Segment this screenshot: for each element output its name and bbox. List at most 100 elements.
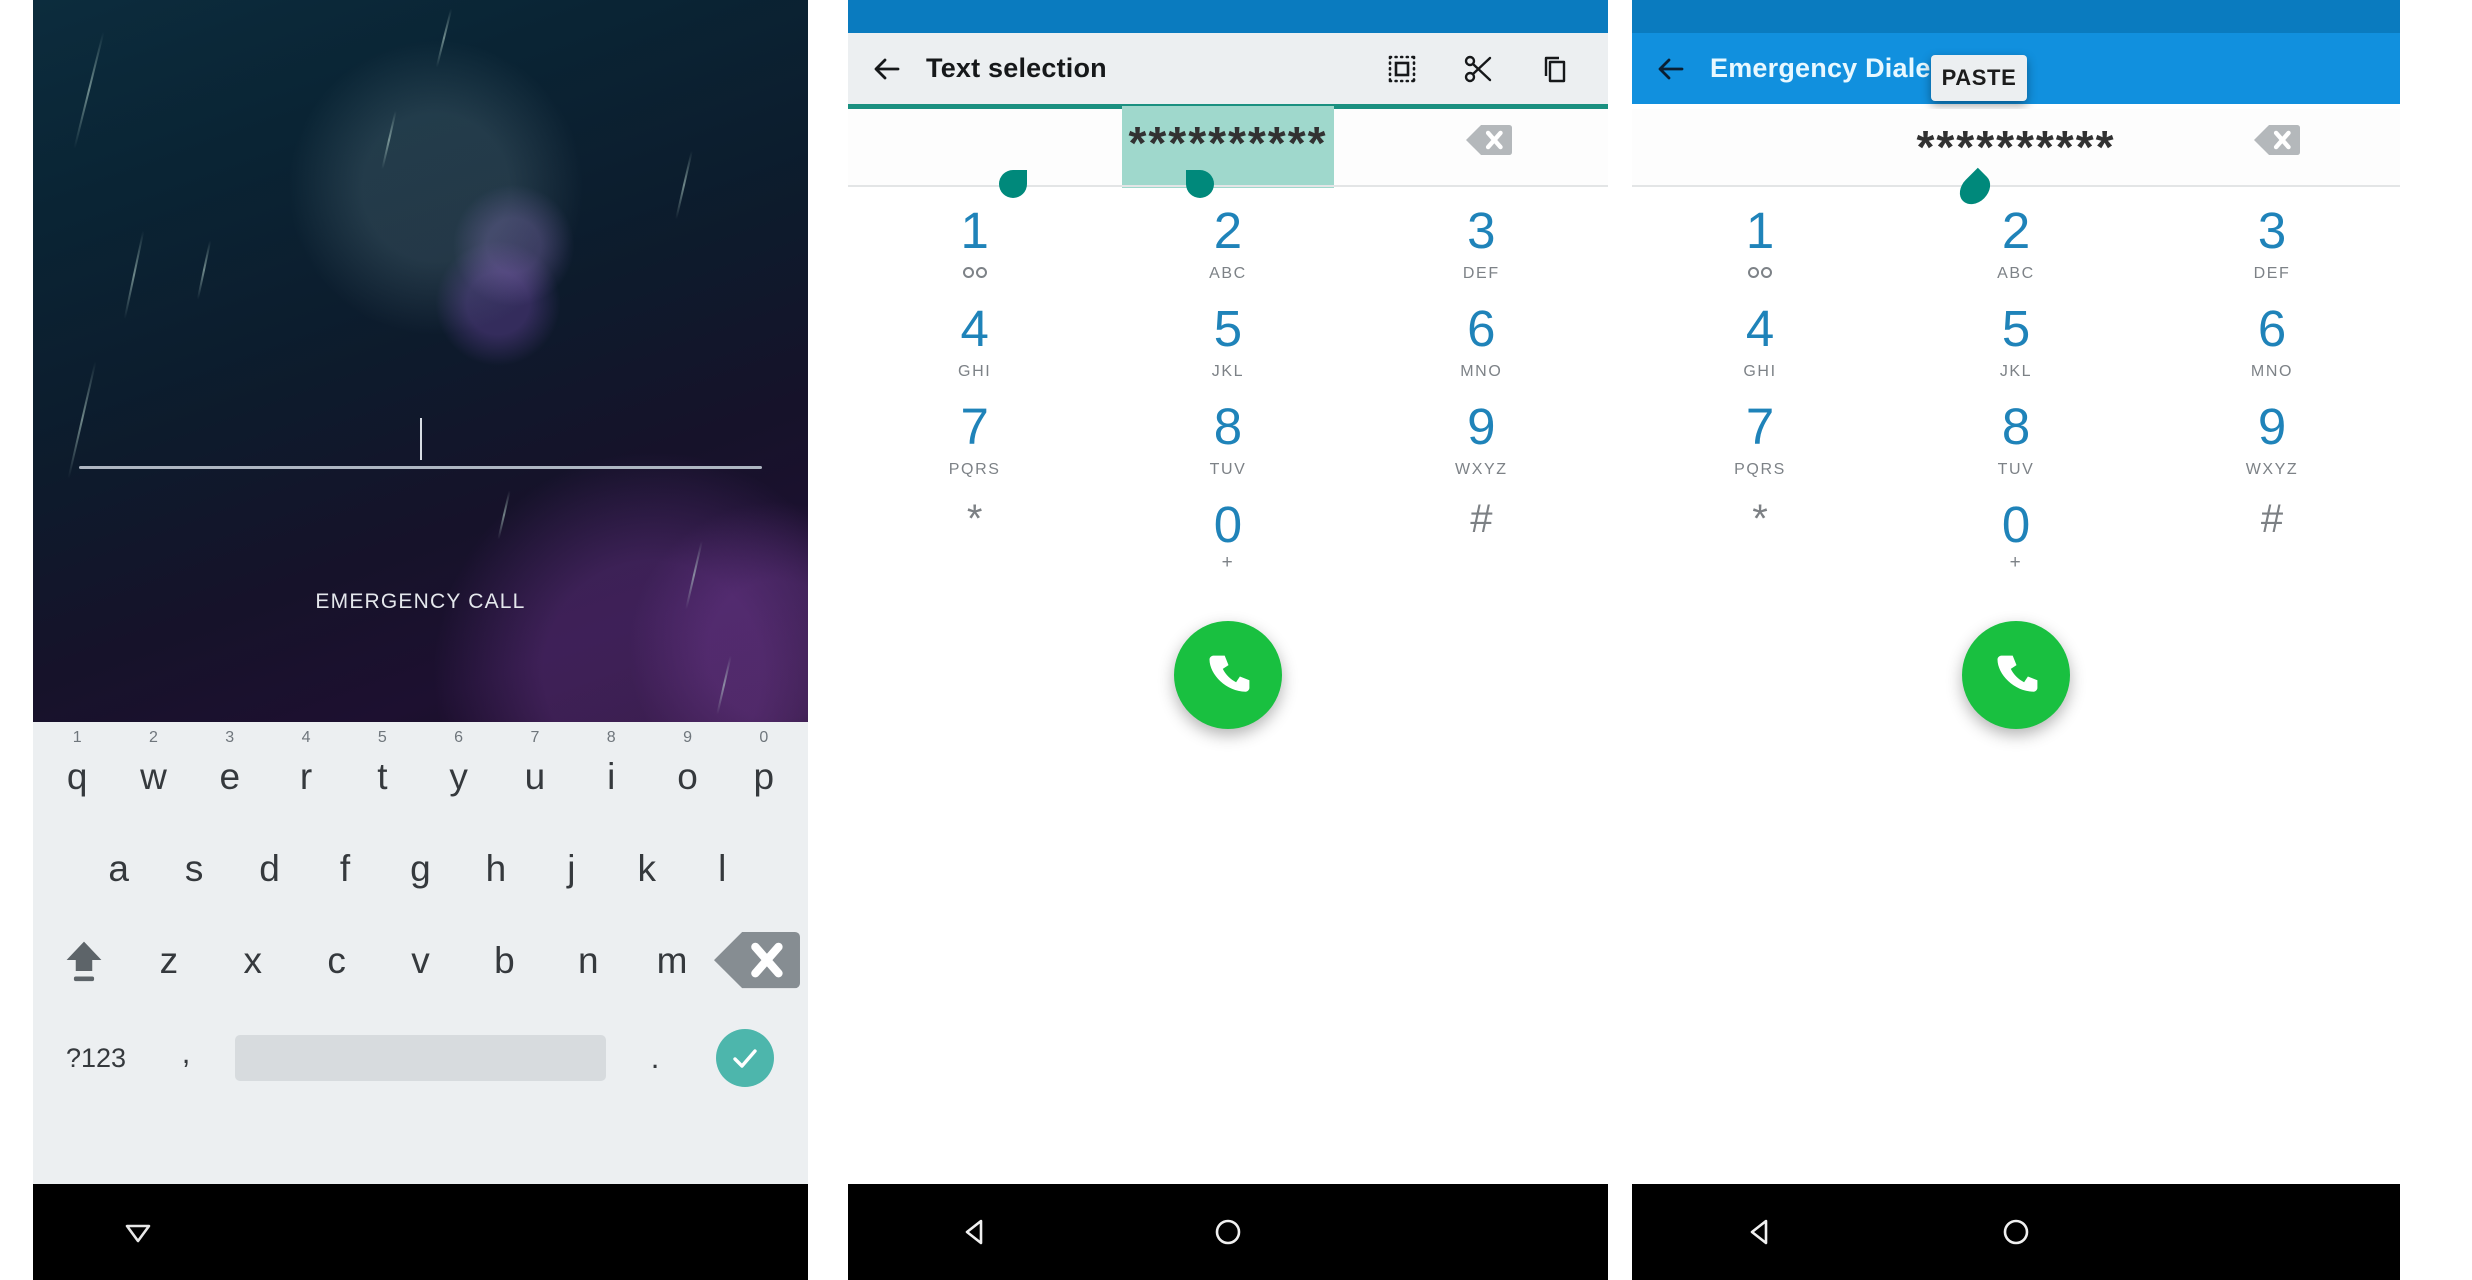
dialpad-key-5[interactable]: 5 JKL — [1888, 303, 2144, 401]
key-hint-3: 3 — [225, 728, 235, 746]
nav-home-icon[interactable] — [1888, 1215, 2144, 1249]
key-d[interactable]: d — [232, 850, 307, 887]
paste-button[interactable]: PASTE — [1931, 55, 2027, 101]
key-p[interactable]: 0p — [726, 729, 802, 797]
dialpad-key-6[interactable]: 6 MNO — [1355, 303, 1608, 401]
key-c[interactable]: c — [295, 942, 379, 979]
shift-icon[interactable] — [41, 936, 127, 984]
voicemail-icon — [962, 267, 987, 278]
lockscreen-password-field[interactable] — [79, 410, 762, 500]
back-arrow-icon[interactable] — [1632, 52, 1710, 86]
key-y[interactable]: 6y — [420, 729, 496, 795]
right-selection-handle[interactable] — [1186, 170, 1220, 206]
dialpad-key-star[interactable]: * — [1632, 499, 1888, 597]
dialpad-key-0[interactable]: 0 + — [1101, 499, 1354, 597]
key-m[interactable]: m — [630, 942, 714, 979]
key-n[interactable]: n — [546, 942, 630, 979]
key-f[interactable]: f — [307, 850, 382, 887]
key-q[interactable]: 1q — [39, 729, 115, 795]
cut-icon[interactable] — [1440, 33, 1516, 104]
select-all-icon[interactable] — [1364, 33, 1440, 104]
backspace-icon[interactable] — [714, 927, 801, 993]
key-l[interactable]: l — [685, 850, 760, 887]
dialpad-key-0[interactable]: 0 + — [1888, 499, 2144, 597]
key-r[interactable]: 4r — [268, 729, 344, 795]
dialpad-letters: DEF — [1462, 265, 1500, 282]
key-hint-8: 8 — [606, 728, 616, 746]
key-x[interactable]: x — [211, 942, 295, 979]
dialpad-digit: 9 — [2257, 398, 2287, 455]
dialpad-key-7[interactable]: 7 PQRS — [848, 401, 1101, 499]
key-v[interactable]: v — [379, 942, 463, 979]
dialpad-key-9[interactable]: 9 WXYZ — [1355, 401, 1608, 499]
key-e[interactable]: 3e — [192, 729, 268, 795]
dialpad-key-hash[interactable]: # — [2144, 499, 2400, 597]
dialpad-key-2[interactable]: 2 ABC — [1101, 205, 1354, 303]
call-button[interactable] — [1174, 621, 1282, 729]
key-w[interactable]: 2w — [115, 729, 191, 795]
dialpad-row-2: 4 GHI 5 JKL 6 MNO — [1632, 303, 2400, 401]
key-b[interactable]: b — [462, 942, 546, 979]
key-j[interactable]: j — [534, 850, 609, 887]
dialpad-key-8[interactable]: 8 TUV — [1888, 401, 2144, 499]
key-k[interactable]: k — [609, 850, 684, 887]
call-button[interactable] — [1962, 621, 2070, 729]
dialpad-key-4[interactable]: 4 GHI — [848, 303, 1101, 401]
key-a[interactable]: a — [81, 850, 156, 887]
emergency-call-button[interactable]: EMERGENCY CALL — [33, 590, 808, 614]
key-label: i — [607, 755, 616, 797]
text-cursor-handle[interactable] — [1953, 167, 1997, 211]
left-selection-handle[interactable] — [999, 170, 1033, 206]
key-hint-6: 6 — [454, 728, 464, 746]
key-hint-9: 9 — [683, 728, 692, 746]
dialpad-key-6[interactable]: 6 MNO — [2144, 303, 2400, 401]
key-h[interactable]: h — [458, 850, 533, 887]
dialpad-key-5[interactable]: 5 JKL — [1101, 303, 1354, 401]
dialer-number-value: ********** — [1916, 121, 2116, 173]
dialpad-key-8[interactable]: 8 TUV — [1101, 401, 1354, 499]
number-field-rule — [848, 185, 1608, 187]
dialpad-digit: 6 — [2257, 300, 2287, 357]
field-underline — [79, 466, 762, 469]
key-u[interactable]: 7u — [497, 729, 573, 795]
dialpad-digit: 8 — [1213, 398, 1243, 455]
dialpad: 1 2 ABC 3 DEF 4 GHI 5 JKL 6 MNO 7 PQRS 8… — [1632, 205, 2400, 597]
dialpad-key-1[interactable]: 1 — [848, 205, 1101, 303]
dialpad-key-9[interactable]: 9 WXYZ — [2144, 401, 2400, 499]
key-o[interactable]: 9o — [649, 729, 725, 795]
nav-back-icon[interactable] — [848, 1215, 1101, 1249]
key-t[interactable]: 5t — [344, 729, 420, 795]
backspace-clear-icon[interactable] — [1466, 120, 1512, 160]
dialpad: 1 2 ABC 3 DEF 4 GHI 5 JKL 6 MNO 7 PQRS 8… — [848, 205, 1608, 597]
dialpad-key-star[interactable]: * — [848, 499, 1101, 597]
dialpad-key-2[interactable]: 2 ABC — [1888, 205, 2144, 303]
collapse-keyboard-icon[interactable] — [33, 1215, 243, 1249]
key-g[interactable]: g — [383, 850, 458, 887]
keyboard-row-4: ?123 , . — [33, 1014, 808, 1102]
dialpad-digit: 0 — [1213, 496, 1243, 553]
key-s[interactable]: s — [156, 850, 231, 887]
enter-key[interactable] — [690, 1029, 800, 1087]
period-key[interactable]: . — [620, 1040, 690, 1076]
nav-home-icon[interactable] — [1101, 1215, 1354, 1249]
symbols-key[interactable]: ?123 — [41, 1043, 151, 1074]
dialpad-key-7[interactable]: 7 PQRS — [1632, 401, 1888, 499]
nav-back-icon[interactable] — [1632, 1215, 1888, 1249]
key-i[interactable]: 8i — [573, 729, 649, 797]
dialpad-key-3[interactable]: 3 DEF — [2144, 205, 2400, 303]
dialpad-row-2: 4 GHI 5 JKL 6 MNO — [848, 303, 1608, 401]
key-label: p — [753, 755, 775, 797]
backspace-clear-icon[interactable] — [2254, 120, 2300, 160]
back-arrow-icon[interactable] — [848, 52, 926, 86]
dialpad-digit: 7 — [960, 398, 989, 455]
dialpad-row-1: 1 2 ABC 3 DEF — [1632, 205, 2400, 303]
dialpad-key-4[interactable]: 4 GHI — [1632, 303, 1888, 401]
dialpad-key-hash[interactable]: # — [1355, 499, 1608, 597]
dialpad-key-3[interactable]: 3 DEF — [1355, 205, 1608, 303]
dialpad-digit: # — [1470, 497, 1493, 541]
comma-key[interactable]: , — [151, 1035, 221, 1081]
key-z[interactable]: z — [127, 942, 211, 979]
copy-icon[interactable] — [1516, 33, 1592, 104]
dialpad-key-1[interactable]: 1 — [1632, 205, 1888, 303]
spacebar-key[interactable] — [235, 1035, 606, 1081]
